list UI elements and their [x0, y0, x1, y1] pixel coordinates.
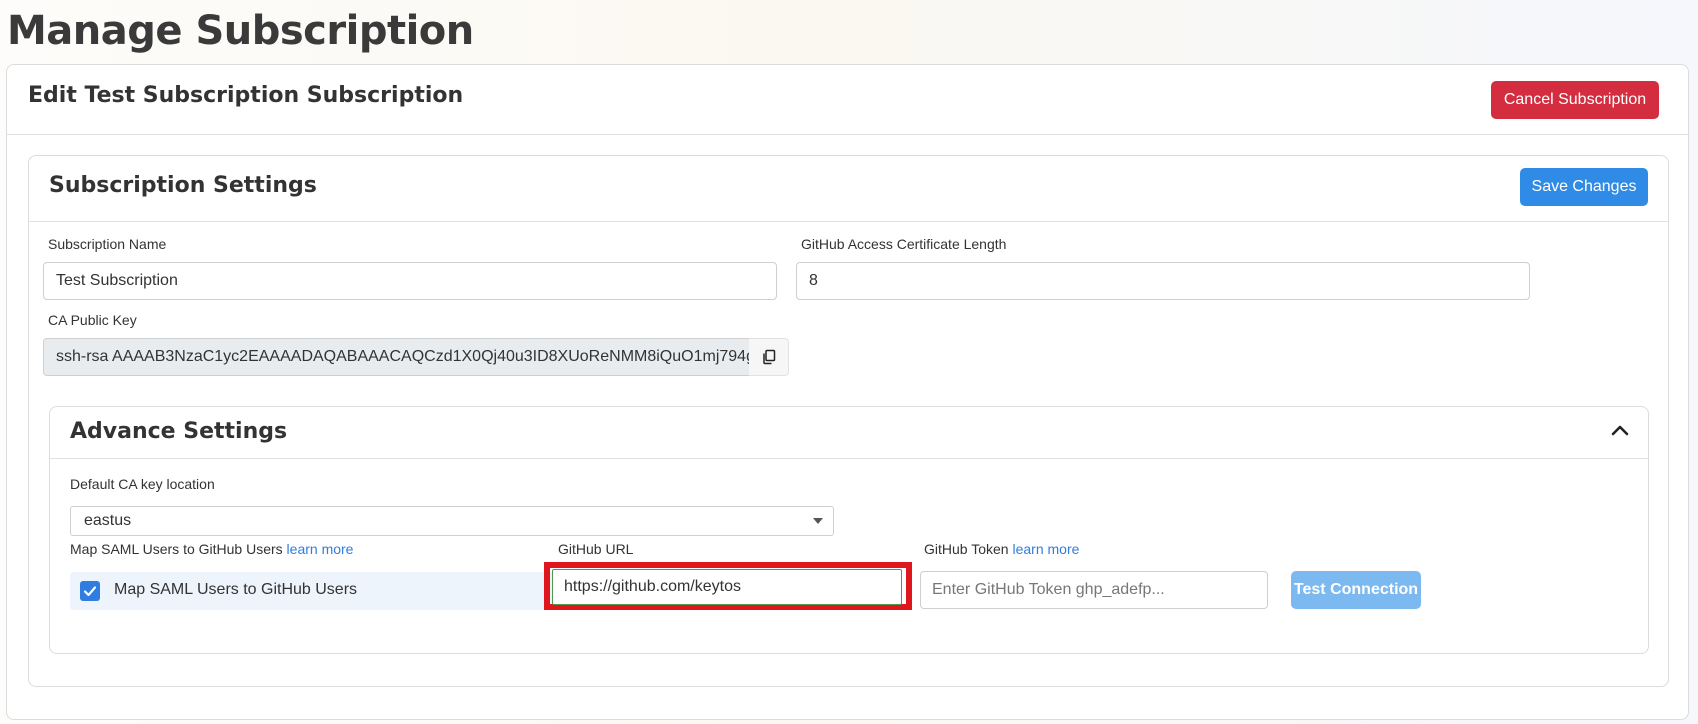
advanced-settings-card: Advance Settings Default CA key location…	[49, 406, 1649, 654]
github-url-label: GitHub URL	[558, 541, 634, 557]
chevron-up-icon[interactable]	[1610, 421, 1630, 441]
ca-public-key-label: CA Public Key	[48, 312, 137, 328]
main-card: Edit Test Subscription Subscription Canc…	[6, 64, 1689, 720]
advanced-settings-header[interactable]: Advance Settings	[50, 407, 1648, 459]
default-ca-location-label: Default CA key location	[70, 476, 215, 492]
map-saml-learn-more-link[interactable]: learn more	[287, 541, 354, 557]
chevron-down-icon	[813, 518, 823, 524]
github-token-label: GitHub Token learn more	[924, 541, 1079, 557]
github-token-input[interactable]: Enter GitHub Token ghp_adefp...	[920, 571, 1268, 609]
advanced-settings-title: Advance Settings	[70, 419, 288, 444]
copy-button[interactable]	[749, 338, 789, 376]
default-ca-location-value: eastus	[84, 512, 132, 529]
map-saml-label-text: Map SAML Users to GitHub Users	[70, 541, 283, 557]
default-ca-location-select[interactable]: eastus	[70, 506, 834, 536]
edit-subscription-title: Edit Test Subscription Subscription	[28, 83, 464, 108]
map-saml-label: Map SAML Users to GitHub Users learn mor…	[70, 541, 353, 557]
ca-public-key-input[interactable]: ssh-rsa AAAAB3NzaC1yc2EAAAADAQABAAACAQCz…	[43, 338, 750, 376]
subscription-name-label: Subscription Name	[48, 236, 167, 252]
cert-length-label: GitHub Access Certificate Length	[801, 236, 1007, 252]
map-saml-checkbox[interactable]	[80, 581, 100, 601]
github-token-learn-more-link[interactable]: learn more	[1012, 541, 1079, 557]
subscription-settings-title: Subscription Settings	[49, 173, 317, 198]
copy-icon	[762, 349, 775, 365]
subscription-settings-card: Subscription Settings Save Changes Subsc…	[28, 155, 1669, 687]
github-token-label-text: GitHub Token	[924, 541, 1009, 557]
page-title: Manage Subscription	[7, 8, 474, 54]
subscription-settings-header: Subscription Settings Save Changes	[29, 156, 1668, 222]
subscription-name-input[interactable]: Test Subscription	[43, 262, 777, 300]
map-saml-checkbox-row[interactable]: Map SAML Users to GitHub Users	[70, 572, 570, 610]
cancel-subscription-button[interactable]: Cancel Subscription	[1491, 81, 1659, 119]
save-changes-button[interactable]: Save Changes	[1520, 168, 1648, 206]
main-header: Edit Test Subscription Subscription Canc…	[7, 65, 1688, 135]
cert-length-input[interactable]: 8	[796, 262, 1530, 300]
check-icon	[83, 586, 97, 597]
map-saml-checkbox-label: Map SAML Users to GitHub Users	[114, 581, 358, 598]
test-connection-button[interactable]: Test Connection	[1291, 571, 1421, 609]
github-url-input[interactable]: https://github.com/keytos	[552, 569, 902, 605]
